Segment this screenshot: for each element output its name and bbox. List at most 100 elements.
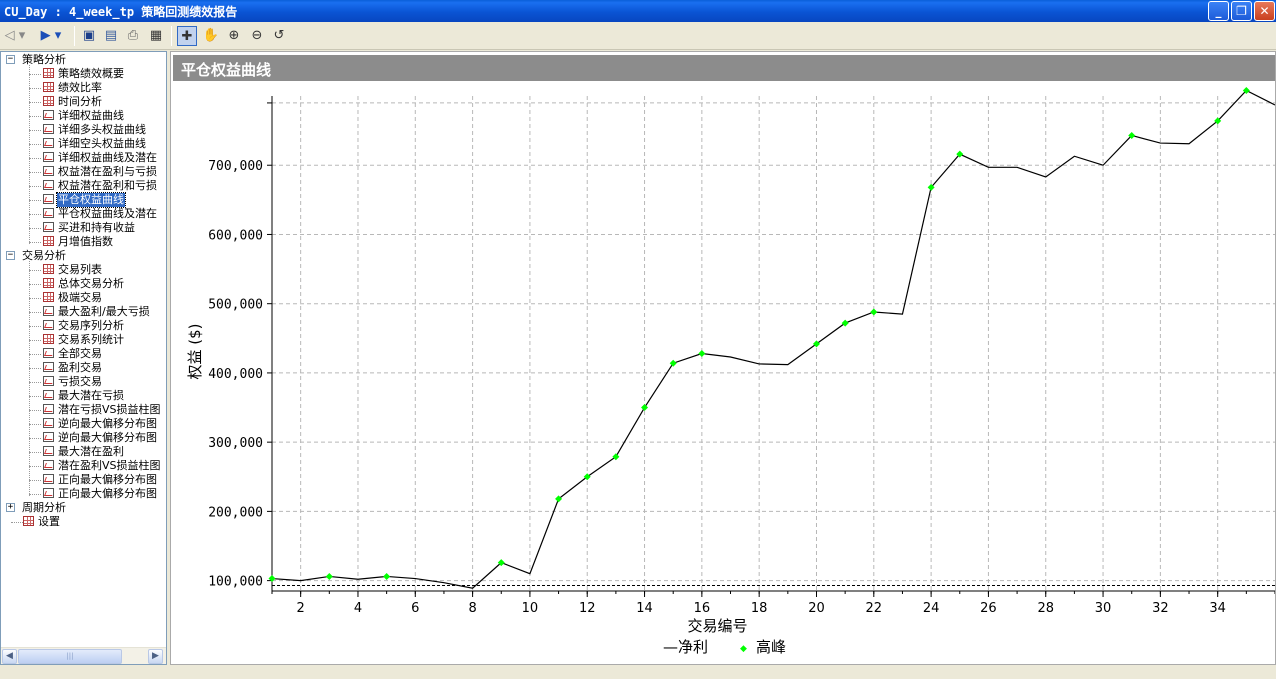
tree-item[interactable]: 总体交易分析: [43, 277, 125, 291]
pan-hand-icon[interactable]: ✋: [201, 26, 221, 46]
tree-item[interactable]: 策略绩效概要: [43, 67, 125, 81]
data-window-icon[interactable]: ▦: [146, 26, 166, 46]
tree-connector: [29, 158, 41, 159]
tree-item[interactable]: 详细权益曲线及潜在: [43, 151, 158, 165]
tree-connector: [29, 116, 41, 117]
tree-connector: [29, 340, 41, 341]
tree-item[interactable]: 权益潜在盈利和亏损: [43, 179, 158, 193]
tree-item[interactable]: 平仓权益曲线及潜在: [43, 207, 158, 221]
tree-group[interactable]: 周期分析: [21, 501, 67, 515]
scroll-thumb[interactable]: |||: [18, 649, 122, 664]
tree-item[interactable]: 买进和持有收益: [43, 221, 136, 235]
tree-item[interactable]: 逆向最大偏移分布图: [43, 417, 158, 431]
tree-connector: [29, 326, 41, 327]
x-tick-label: 2: [297, 601, 305, 616]
settings-table-icon: [23, 516, 34, 526]
tree-group[interactable]: 交易分析: [21, 249, 67, 263]
title-bar[interactable]: CU_Day : 4_week_tp 策略回测绩效报告 _ ❐ ✕: [0, 0, 1276, 22]
chart-report-icon: [43, 348, 54, 358]
tree-item[interactable]: 最大盈利/最大亏损: [43, 305, 151, 319]
tree-item-label: 权益潜在盈利与亏损: [58, 165, 157, 178]
chart-report-icon: [43, 306, 54, 316]
tree-item[interactable]: 平仓权益曲线: [43, 192, 126, 208]
tree-connector: [29, 354, 41, 355]
tree-connector: [29, 396, 41, 397]
tree-connector: [29, 312, 41, 313]
chart-report-icon: [43, 446, 54, 456]
tree-item[interactable]: 逆向最大偏移分布图: [43, 431, 158, 445]
chart-report-icon: [43, 166, 54, 176]
report-tree[interactable]: − 策略分析 策略绩效概要 绩效比率 时间分析 详细权益曲线 详细多头权益曲线 详细空头权益曲…: [0, 51, 167, 665]
tree-item-label: 平仓权益曲线及潜在: [58, 207, 157, 220]
tree-item-label: 买进和持有收益: [58, 221, 135, 234]
select-icon[interactable]: ✚: [177, 26, 197, 46]
chart-report-icon: [43, 362, 54, 372]
tree-item[interactable]: 详细权益曲线: [43, 109, 125, 123]
save-icon[interactable]: ▣: [79, 26, 99, 46]
chart-report-icon: [43, 418, 54, 428]
print-preview-icon[interactable]: ▤: [101, 26, 121, 46]
table-report-icon: [43, 82, 54, 92]
tree-item-label: 最大潜在盈利: [58, 445, 124, 458]
tree-group[interactable]: 策略分析: [21, 53, 67, 67]
tree-item[interactable]: 时间分析: [43, 95, 103, 109]
zoom-in-icon[interactable]: ⊕: [224, 26, 244, 46]
chart-report-icon: [43, 222, 54, 232]
tree-connector: [29, 186, 41, 187]
equity-chart[interactable]: 2 4 6 8 10 12 14 16 18 20 22 24 26 28 30 32 34100,000200…: [171, 52, 1275, 664]
chart-report-icon: [43, 124, 54, 134]
minimize-button[interactable]: _: [1208, 1, 1229, 21]
x-tick-label: 24: [923, 601, 940, 616]
reset-zoom-icon[interactable]: ↺: [269, 26, 289, 46]
tree-item[interactable]: 交易列表: [43, 263, 103, 277]
tree-item[interactable]: 最大潜在盈利: [43, 445, 125, 459]
tree-expander[interactable]: −: [6, 251, 15, 260]
chart-report-icon: [43, 488, 54, 498]
close-button[interactable]: ✕: [1254, 1, 1275, 21]
tree-item-label: 月增值指数: [58, 235, 113, 248]
zoom-out-icon[interactable]: ⊖: [247, 26, 267, 46]
tree-item[interactable]: 详细空头权益曲线: [43, 137, 147, 151]
scroll-right-button[interactable]: ▶: [148, 649, 163, 664]
tree-item-label: 详细空头权益曲线: [58, 137, 146, 150]
tree-connector: [29, 270, 41, 271]
tree-expander[interactable]: −: [6, 55, 15, 64]
tree-item[interactable]: 盈利交易: [43, 361, 103, 375]
tree-item[interactable]: 月增值指数: [43, 235, 114, 249]
scroll-left-button[interactable]: ◀: [2, 649, 17, 664]
tree-item[interactable]: 详细多头权益曲线: [43, 123, 147, 137]
forward-icon[interactable]: ▶ ▾: [36, 26, 66, 46]
tree-connector: [29, 410, 41, 411]
tree-item-label: 盈利交易: [58, 361, 102, 374]
back-icon[interactable]: ◁ ▾: [2, 26, 28, 46]
peak-marker: [325, 572, 333, 580]
tree-item[interactable]: 最大潜在亏损: [43, 389, 125, 403]
tree-item[interactable]: 全部交易: [43, 347, 103, 361]
tree-item[interactable]: 权益潜在盈利与亏损: [43, 165, 158, 179]
tree-item[interactable]: 亏损交易: [43, 375, 103, 389]
chart-report-icon: [43, 152, 54, 162]
toolbar: ◁ ▾ ▶ ▾ ▣ ▤ ⎙ ▦ ✚ ✋ ⊕ ⊖ ↺: [0, 22, 1276, 50]
tree-horizontal-scrollbar[interactable]: ◀ ||| ▶: [1, 647, 166, 664]
print-icon[interactable]: ⎙: [123, 26, 143, 46]
x-tick-label: 12: [579, 601, 596, 616]
y-axis-title: 权益 ($): [186, 323, 204, 379]
tree-item-label: 正向最大偏移分布图: [58, 487, 157, 500]
tree-item[interactable]: 极端交易: [43, 291, 103, 305]
legend-net-profit: —净利: [663, 638, 708, 656]
tree-item[interactable]: 潜在盈利VS损益柱图: [43, 459, 162, 473]
tree-item-settings[interactable]: 设置: [23, 515, 61, 529]
tree-item[interactable]: 绩效比率: [43, 81, 103, 95]
tree-item-label: 设置: [38, 515, 60, 528]
tree-item[interactable]: 潜在亏损VS损益柱图: [43, 403, 162, 417]
tree-item[interactable]: 交易序列分析: [43, 319, 125, 333]
peak-marker: [641, 404, 649, 412]
panel-title: 平仓权益曲线: [181, 61, 272, 79]
legend-peak: 高峰: [756, 638, 786, 656]
tree-expander[interactable]: +: [6, 503, 15, 512]
chart-report-icon: [43, 432, 54, 442]
tree-item[interactable]: 交易系列统计: [43, 333, 125, 347]
maximize-button[interactable]: ❐: [1231, 1, 1252, 21]
tree-item[interactable]: 正向最大偏移分布图: [43, 487, 158, 501]
tree-item[interactable]: 正向最大偏移分布图: [43, 473, 158, 487]
